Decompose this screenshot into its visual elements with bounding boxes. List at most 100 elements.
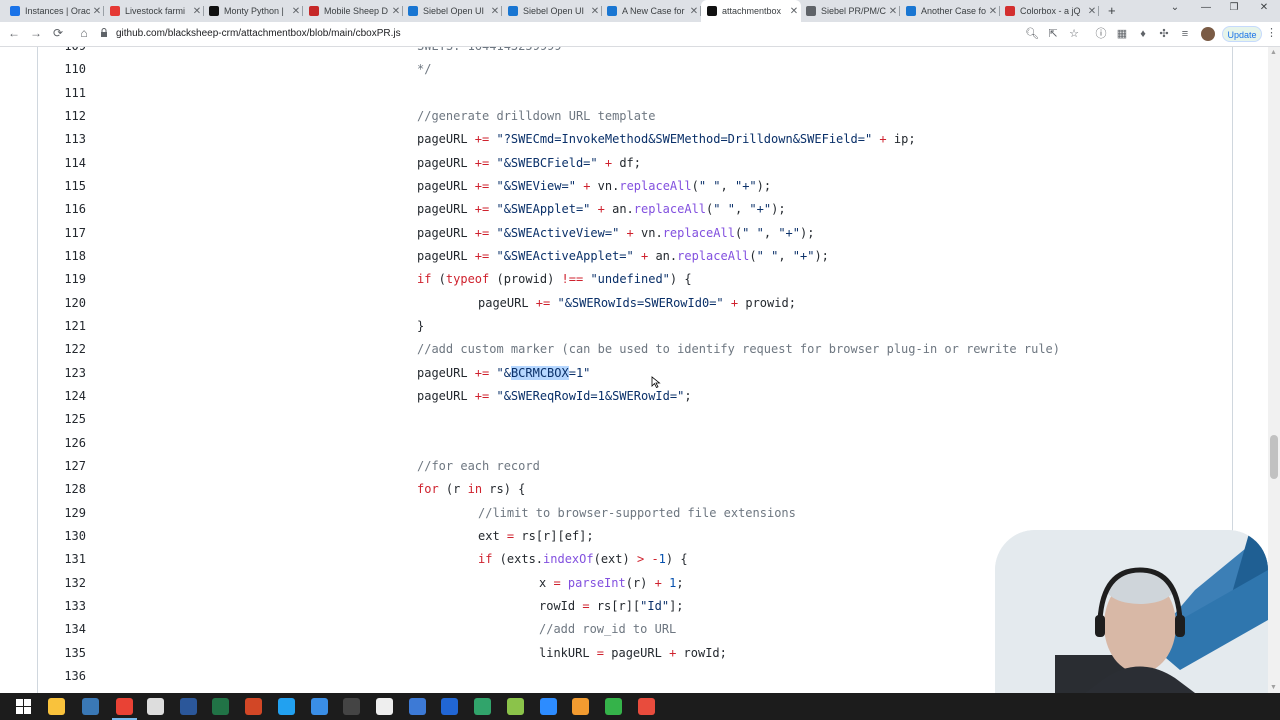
extension-leaf-icon[interactable]: ♦ xyxy=(1136,27,1150,41)
notepad-icon[interactable] xyxy=(507,698,524,715)
line-number[interactable]: 119 xyxy=(38,268,86,291)
chrome-icon[interactable] xyxy=(112,698,137,720)
tab-close-icon[interactable]: ✕ xyxy=(90,6,104,17)
remote-desktop-icon[interactable] xyxy=(409,698,426,715)
extensions-puzzle-icon[interactable]: ✣ xyxy=(1157,27,1171,41)
terminal-icon[interactable] xyxy=(343,698,360,715)
browser-tab[interactable]: Colorbox - a jQ ✕ xyxy=(999,2,1099,20)
scroll-down-arrow-icon[interactable]: ▼ xyxy=(1270,684,1277,691)
browser-tab[interactable]: Siebel Open UI ✕ xyxy=(402,2,502,20)
code-text[interactable]: //for each record xyxy=(417,455,540,478)
update-button[interactable]: Update xyxy=(1222,26,1262,42)
firefox-dev-icon[interactable] xyxy=(441,698,458,715)
line-number[interactable]: 121 xyxy=(38,315,86,338)
tab-close-icon[interactable]: ✕ xyxy=(886,6,900,17)
powerpoint-icon[interactable] xyxy=(245,698,262,715)
tab-close-icon[interactable]: ✕ xyxy=(289,6,303,17)
extension-info-icon[interactable]: ⓘ xyxy=(1094,27,1108,41)
code-text[interactable]: SWETS: 1644143259999 xyxy=(417,47,562,58)
line-number[interactable]: 113 xyxy=(38,128,86,151)
browser-tab[interactable]: A New Case for ✕ xyxy=(601,2,701,20)
code-text[interactable]: ext = rs[r][ef]; xyxy=(478,525,594,548)
line-number[interactable]: 111 xyxy=(38,82,86,105)
tab-close-icon[interactable]: ✕ xyxy=(588,6,602,17)
tab-search-icon[interactable]: ⌄ xyxy=(1164,2,1186,13)
bookmark-star-icon[interactable]: ☆ xyxy=(1067,27,1081,41)
code-text[interactable]: pageURL += "&BCRMCBOX=1" xyxy=(417,362,590,385)
address-bar[interactable]: github.com/blacksheep-crm/attachmentbox/… xyxy=(116,28,401,39)
forward-button[interactable]: → xyxy=(28,26,44,40)
browser-tab[interactable]: Livestock farmi ✕ xyxy=(104,2,204,20)
sublime-icon[interactable] xyxy=(572,698,589,715)
browser-tab[interactable]: Another Case fo ✕ xyxy=(900,2,1000,20)
word-icon[interactable] xyxy=(180,698,197,715)
code-text[interactable]: //generate drilldown URL template xyxy=(417,105,655,128)
line-number[interactable]: 124 xyxy=(38,385,86,408)
reload-button[interactable]: ⟳ xyxy=(50,26,66,40)
back-button[interactable]: ← xyxy=(6,26,22,40)
vertical-scrollbar[interactable]: ▲ ▼ xyxy=(1268,47,1280,693)
code-text[interactable]: */ xyxy=(417,58,431,81)
reading-list-icon[interactable]: ≡ xyxy=(1178,27,1192,41)
code-text[interactable]: } xyxy=(417,315,424,338)
phone-link-icon[interactable] xyxy=(311,698,328,715)
zoom-icon[interactable] xyxy=(540,698,557,715)
camtasia-icon[interactable] xyxy=(605,698,622,715)
line-number[interactable]: 131 xyxy=(38,548,86,571)
line-number[interactable]: 116 xyxy=(38,198,86,221)
code-text[interactable]: //add row_id to URL xyxy=(539,618,676,641)
tab-close-icon[interactable]: ✕ xyxy=(986,6,1000,17)
code-text[interactable]: pageURL += "&SWEBCField=" + df; xyxy=(417,152,641,175)
browser-tab[interactable]: Siebel Open UI ✕ xyxy=(502,2,602,20)
tab-close-icon[interactable]: ✕ xyxy=(488,6,502,17)
line-number[interactable]: 117 xyxy=(38,222,86,245)
profile-avatar[interactable] xyxy=(1201,27,1215,41)
line-number[interactable]: 133 xyxy=(38,595,86,618)
scrollbar-thumb[interactable] xyxy=(1270,435,1278,479)
menu-kebab-icon[interactable]: ⋮ xyxy=(1266,26,1277,39)
code-text[interactable]: linkURL = pageURL + rowId; xyxy=(539,642,727,665)
code-text[interactable]: pageURL += "&SWEActiveApplet=" + an.repl… xyxy=(417,245,829,268)
line-number[interactable]: 136 xyxy=(38,665,86,688)
zoom-icon[interactable]: 🔍︎ xyxy=(1025,27,1039,41)
code-text[interactable]: if (exts.indexOf(ext) > -1) { xyxy=(478,548,688,571)
line-number[interactable]: 130 xyxy=(38,525,86,548)
line-number[interactable]: 114 xyxy=(38,152,86,175)
line-number[interactable]: 127 xyxy=(38,455,86,478)
close-window-button[interactable]: ✕ xyxy=(1253,2,1275,13)
tab-close-icon[interactable]: ✕ xyxy=(687,6,701,17)
minimize-button[interactable]: — xyxy=(1195,2,1217,13)
code-text[interactable]: pageURL += "&SWEApplet=" + an.replaceAll… xyxy=(417,198,786,221)
line-number[interactable]: 135 xyxy=(38,642,86,665)
line-number[interactable]: 125 xyxy=(38,408,86,431)
code-text[interactable]: //limit to browser-supported file extens… xyxy=(478,502,796,525)
extension-grid-icon[interactable]: ▦ xyxy=(1115,27,1129,41)
file-explorer-icon[interactable] xyxy=(48,698,65,715)
line-number[interactable]: 118 xyxy=(38,245,86,268)
browser-tab[interactable]: Instances | Orac ✕ xyxy=(4,2,104,20)
code-text[interactable]: x = parseInt(r) + 1; xyxy=(539,572,684,595)
edge-icon[interactable] xyxy=(474,698,491,715)
code-text[interactable]: pageURL += "&SWEView=" + vn.replaceAll("… xyxy=(417,175,771,198)
code-text[interactable]: //add custom marker (can be used to iden… xyxy=(417,338,1060,361)
vscode-icon[interactable] xyxy=(278,698,295,715)
browser-tab[interactable]: attachmentbox ✕ xyxy=(701,0,801,22)
excel-icon[interactable] xyxy=(212,698,229,715)
line-number[interactable]: 134 xyxy=(38,618,86,641)
screen-recorder-icon[interactable] xyxy=(638,698,655,715)
scroll-up-arrow-icon[interactable]: ▲ xyxy=(1270,49,1277,56)
tab-close-icon[interactable]: ✕ xyxy=(190,6,204,17)
cloud-app-icon[interactable] xyxy=(376,698,393,715)
new-tab-button[interactable]: + xyxy=(1108,3,1116,18)
code-text[interactable]: pageURL += "?SWECmd=InvokeMethod&SWEMeth… xyxy=(417,128,916,151)
line-number[interactable]: 128 xyxy=(38,478,86,501)
line-number[interactable]: 120 xyxy=(38,292,86,315)
line-number[interactable]: 126 xyxy=(38,432,86,455)
maximize-button[interactable]: ❐ xyxy=(1223,2,1245,13)
app-icon[interactable] xyxy=(82,698,99,715)
home-button[interactable]: ⌂ xyxy=(76,26,92,40)
code-text[interactable]: pageURL += "&SWEReqRowId=1&SWERowId="; xyxy=(417,385,692,408)
windows-start-icon[interactable] xyxy=(15,698,32,715)
tab-close-icon[interactable]: ✕ xyxy=(389,6,403,17)
line-number[interactable]: 112 xyxy=(38,105,86,128)
